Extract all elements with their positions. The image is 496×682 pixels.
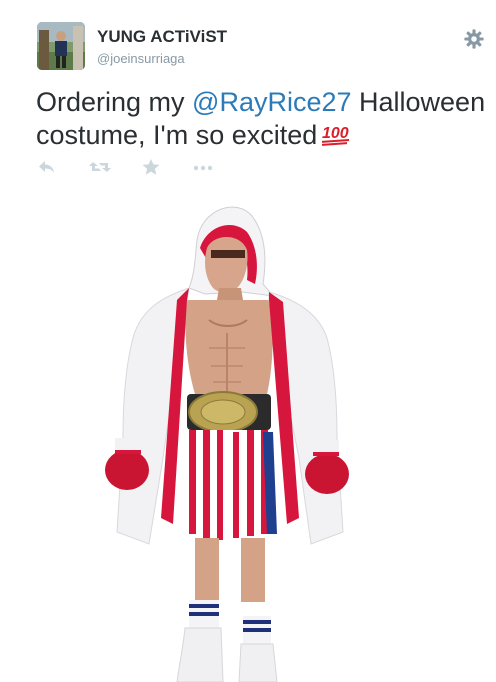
retweet-icon[interactable]	[88, 158, 116, 182]
tweet-text-before: Ordering my	[36, 87, 193, 117]
avatar-image	[37, 22, 85, 70]
gear-icon[interactable]	[463, 28, 485, 50]
favorite-icon[interactable]	[141, 158, 169, 182]
tweet-actions	[0, 158, 496, 182]
tweet-text: Ordering my @RayRice27 Halloween costume…	[36, 86, 491, 154]
tweet: YUNG ACTiViST @joeinsurriaga Ordering my…	[0, 0, 496, 682]
screen-name[interactable]: @joeinsurriaga	[97, 51, 185, 66]
tweet-photo[interactable]	[37, 188, 431, 682]
display-name[interactable]: YUNG ACTiViST	[97, 27, 227, 47]
avatar[interactable]	[37, 22, 85, 70]
more-icon[interactable]	[192, 158, 220, 182]
reply-icon[interactable]	[36, 158, 64, 182]
hundred-points-emoji: 100	[321, 121, 351, 154]
boxer-costume-photo	[105, 206, 349, 682]
mention-link[interactable]: @RayRice27	[192, 87, 351, 117]
